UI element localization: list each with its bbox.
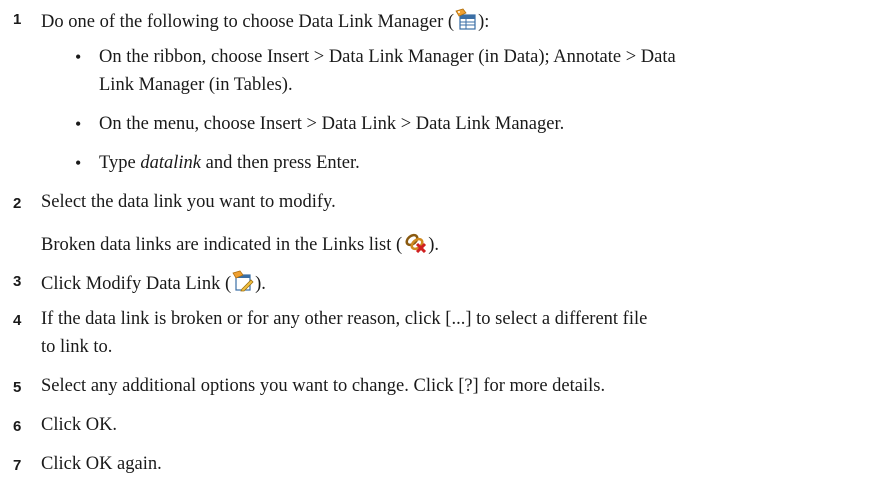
sub-bullet-text: On the ribbon, choose Insert > Data Link…: [99, 47, 676, 67]
step-text: Select any additional options you want t…: [41, 376, 606, 396]
sub-bullet-suffix: and then press Enter.: [201, 153, 360, 173]
note-text-before: Broken data links are indicated in the L…: [41, 235, 403, 255]
sub-bullet-text: Type datalink and then press Enter.: [99, 153, 360, 174]
bullet-marker: •: [75, 153, 82, 173]
step-number: 2: [13, 195, 22, 212]
step-text: Click OK.: [41, 415, 118, 435]
modify-data-link-icon: [232, 270, 254, 298]
step-number: 5: [13, 379, 22, 396]
step-text-after: ):: [478, 12, 490, 32]
step-number: 1: [13, 11, 22, 28]
sub-bullet-prefix: Type: [99, 153, 141, 173]
step-number: 6: [13, 418, 22, 435]
step-text: Do one of the following to choose Data L…: [41, 8, 489, 36]
sub-bullet-text: On the menu, choose Insert > Data Link >…: [99, 114, 565, 134]
step-text: Click OK again.: [41, 454, 162, 474]
bullet-marker: •: [75, 47, 82, 67]
document-page: 1 Do one of the following to choose Data…: [0, 0, 883, 504]
sub-bullet-text: Link Manager (in Tables).: [99, 75, 293, 95]
note-text-after: ).: [428, 235, 439, 255]
step-number: 3: [13, 273, 22, 290]
step-text: to link to.: [41, 337, 113, 357]
data-link-manager-icon: [455, 8, 477, 36]
step-note: Broken data links are indicated in the L…: [41, 231, 439, 259]
bullet-marker: •: [75, 114, 82, 134]
step-text: Click Modify Data Link ().: [41, 270, 266, 298]
step-text: Select the data link you want to modify.: [41, 192, 336, 212]
step-number: 4: [13, 312, 22, 329]
step-text: If the data link is broken or for any ot…: [41, 309, 648, 329]
step-number: 7: [13, 457, 22, 474]
step-text-after: ).: [255, 274, 266, 294]
step-text-before: Do one of the following to choose Data L…: [41, 12, 455, 32]
command-name: datalink: [140, 153, 201, 173]
broken-link-icon: [403, 231, 427, 259]
step-text-before: Click Modify Data Link (: [41, 274, 232, 294]
